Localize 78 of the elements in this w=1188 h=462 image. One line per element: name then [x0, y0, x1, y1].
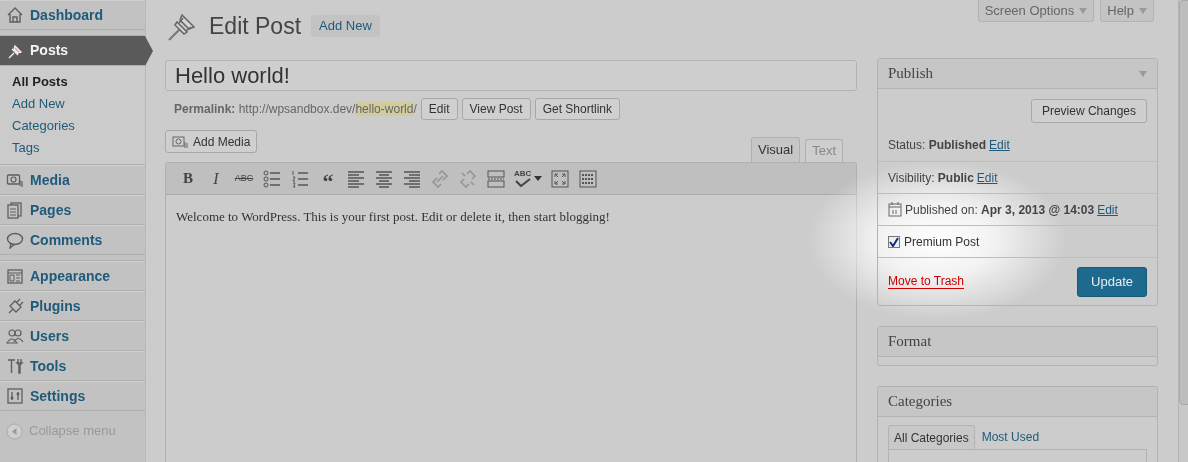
sidebar-item[interactable]: Tools [0, 351, 145, 381]
panel-title: Publish [888, 64, 933, 84]
people-icon [6, 327, 24, 345]
broken-link-icon [459, 169, 477, 188]
collapse-caret-icon [1139, 70, 1147, 77]
layout-icon [6, 267, 24, 285]
fullscreen-button[interactable] [550, 167, 571, 190]
sidebar-item[interactable]: Comments [0, 225, 145, 255]
dropdown-caret-icon [1139, 7, 1147, 14]
chain-link-icon [431, 169, 449, 188]
checkbox-label: Premium Post [904, 233, 980, 251]
caret-icon [534, 176, 543, 181]
bulleted-list-icon [263, 169, 281, 188]
edit-link[interactable]: Edit [1097, 200, 1118, 219]
post-content: Welcome to WordPress. This is your first post. Edit or delete it, then start blogging! [176, 208, 611, 226]
numbered-list-icon [291, 169, 309, 188]
bullets-button[interactable] [262, 167, 282, 190]
sidebar-item[interactable]: Users [0, 321, 145, 351]
sidebar-item[interactable]: Settings [0, 381, 145, 411]
sidebar-item[interactable]: Posts [0, 36, 145, 66]
sidebar-item[interactable]: Pages [0, 195, 145, 225]
edit-link[interactable]: Edit [976, 168, 998, 187]
sidebar-item[interactable]: Appearance [0, 261, 145, 291]
submenu-item[interactable]: Categories [0, 115, 145, 137]
align-left-icon [347, 169, 365, 188]
toolbar-toggle-icon [579, 169, 598, 188]
page-title: Edit Post [209, 14, 302, 38]
align-center-icon [375, 169, 393, 188]
publish-info-text: Visibility: Public [888, 169, 974, 187]
page-break-icon [487, 169, 505, 188]
checkmark-icon [889, 236, 899, 247]
sidebar-item[interactable]: Plugins [0, 291, 145, 321]
screen-tab-button[interactable]: Help [1100, 0, 1154, 22]
blockquote-button[interactable]: “ [318, 167, 338, 190]
kitchen-button[interactable] [578, 167, 599, 190]
spellcheck-button[interactable]: ABC [514, 167, 543, 190]
publish-info-text: Status: Published [888, 137, 987, 154]
title-field[interactable]: Hello world! [165, 60, 857, 91]
sidebar-item[interactable]: Media [0, 165, 145, 195]
permalink-button[interactable]: Edit [420, 97, 458, 120]
align-right-icon [403, 169, 421, 188]
sliders-icon [6, 387, 24, 405]
editor-tab[interactable]: Visual [750, 137, 801, 162]
checkmark-icon [514, 178, 531, 187]
preview-changes-button[interactable]: Preview Changes [1030, 99, 1147, 123]
add-media-button[interactable]: Add Media [165, 130, 258, 153]
speech-bubble-icon [6, 231, 24, 249]
bold-button[interactable]: B [178, 167, 198, 190]
submenu-item[interactable]: All Posts [0, 71, 145, 93]
calendar-icon [888, 202, 902, 217]
submenu-item[interactable]: Add New [0, 93, 145, 115]
tools-icon [6, 357, 24, 375]
panel-title: Categories [888, 392, 953, 412]
sidebar-item[interactable]: Dashboard [0, 0, 145, 30]
italic-button[interactable]: I [206, 167, 226, 190]
category-tab[interactable]: All Categories [888, 425, 975, 449]
update-button[interactable]: Update [1077, 266, 1147, 297]
dropdown-caret-icon [1079, 7, 1088, 14]
submenu-item[interactable]: Tags [0, 137, 145, 159]
camera-icon [172, 134, 188, 149]
plug-icon [6, 297, 24, 315]
permalink-button[interactable]: Get Shortlink [534, 97, 620, 120]
checkbox[interactable] [888, 235, 900, 248]
edit-link[interactable]: Edit [989, 136, 1010, 154]
move-to-trash-link[interactable]: Move to Trash [888, 274, 965, 289]
house-icon [6, 6, 24, 24]
panel-title: Format [888, 332, 932, 352]
category-tab[interactable]: Most Used [976, 425, 1045, 449]
strikethrough-button[interactable]: ABC [234, 167, 254, 190]
publish-info-text: Published on: Apr 3, 2013 @ 14:03 [905, 201, 1095, 219]
permalink-button[interactable]: View Post [461, 97, 531, 120]
fullscreen-icon [551, 169, 570, 188]
camera-icon [6, 171, 24, 189]
more-button[interactable] [486, 167, 506, 190]
screen-tab-button[interactable]: Screen Options [977, 0, 1095, 22]
add-new-button[interactable]: Add New [311, 15, 380, 37]
permalink-text: Permalink: http://wpsandbox.dev/hello-world/ [174, 100, 417, 118]
pages-icon [6, 201, 24, 219]
